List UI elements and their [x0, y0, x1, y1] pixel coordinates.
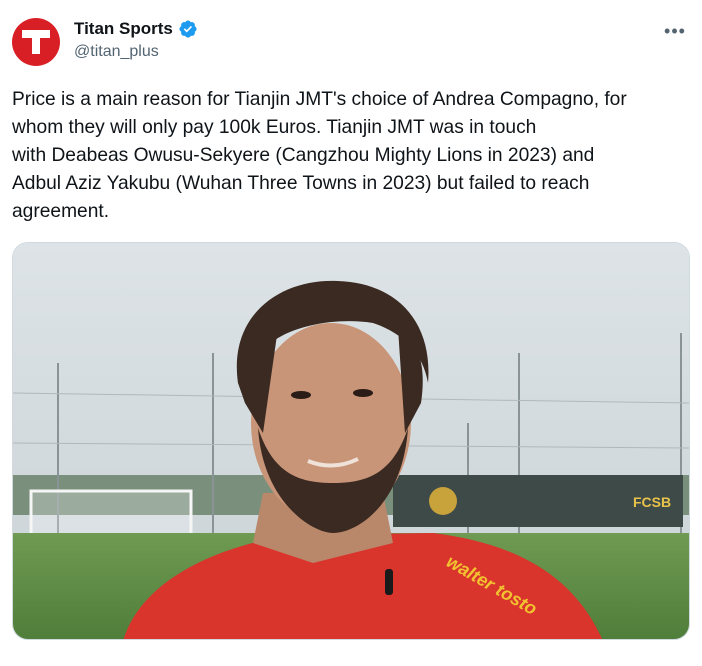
post-text: Price is a main reason for Tianjin JMT's…: [12, 89, 627, 222]
more-horizontal-icon: •••: [664, 20, 686, 41]
author-name-row: Titan Sports: [74, 18, 198, 40]
player-photo: FCSB walter tosto: [13, 243, 689, 639]
more-options-button[interactable]: •••: [662, 20, 688, 42]
fence-text: FCSB: [633, 494, 671, 510]
titan-logo-icon: [22, 30, 50, 54]
author-avatar[interactable]: [12, 18, 60, 66]
post-media-image[interactable]: FCSB walter tosto: [12, 242, 690, 640]
author-display-name[interactable]: Titan Sports: [74, 18, 173, 40]
author-handle[interactable]: @titan_plus: [74, 43, 159, 61]
verified-badge-icon: [179, 20, 197, 38]
